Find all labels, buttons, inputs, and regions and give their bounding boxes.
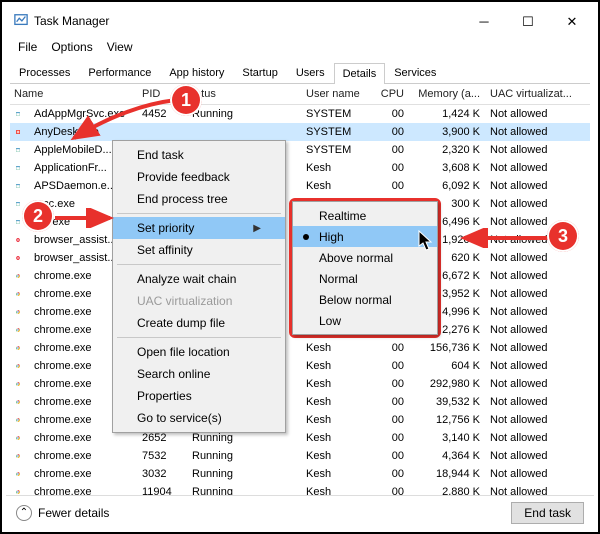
process-icon bbox=[12, 179, 26, 193]
col-user[interactable]: User name bbox=[302, 88, 374, 100]
table-row[interactable]: chrome.exe7532RunningKesh004,364 KNot al… bbox=[10, 447, 590, 465]
tab-processes[interactable]: Processes bbox=[10, 62, 79, 83]
column-headers: Name PID ...tus User name CPU Memory (a.… bbox=[10, 84, 590, 105]
process-icon bbox=[12, 395, 26, 409]
window-controls: ─ ☐ ✕ bbox=[462, 6, 594, 36]
table-row[interactable]: AppleMobileD...SYSTEM002,320 KNot allowe… bbox=[10, 141, 590, 159]
callout-3: 3 bbox=[547, 220, 579, 252]
tab-app-history[interactable]: App history bbox=[160, 62, 233, 83]
priority-high[interactable]: High bbox=[293, 226, 437, 247]
app-icon bbox=[14, 13, 28, 30]
table-row[interactable]: chrome.exeKesh0039,532 KNot allowed bbox=[10, 393, 590, 411]
fewer-details-label: Fewer details bbox=[38, 506, 109, 520]
window-title: Task Manager bbox=[34, 14, 109, 28]
chevron-up-icon: ⌃ bbox=[16, 505, 32, 521]
process-icon bbox=[12, 125, 26, 139]
menu-item-analyze-wait-chain[interactable]: Analyze wait chain bbox=[113, 268, 285, 290]
bullet-icon bbox=[303, 234, 309, 240]
tab-strip: ProcessesPerformanceApp historyStartupUs… bbox=[10, 62, 590, 84]
process-icon bbox=[12, 323, 26, 337]
menu-view[interactable]: View bbox=[101, 38, 139, 56]
menu-item-create-dump-file[interactable]: Create dump file bbox=[113, 312, 285, 334]
col-cpu[interactable]: CPU bbox=[374, 88, 410, 100]
fewer-details-button[interactable]: ⌃ Fewer details bbox=[16, 505, 109, 521]
table-row[interactable]: ApplicationFr...Kesh003,608 KNot allowed bbox=[10, 159, 590, 177]
tab-services[interactable]: Services bbox=[385, 62, 445, 83]
table-row[interactable]: chrome.exe11904RunningKesh002,880 KNot a… bbox=[10, 483, 590, 495]
table-row[interactable]: AdAppMgrSvc.exe4452RunningSYSTEM001,424 … bbox=[10, 105, 590, 123]
table-row[interactable]: chrome.exe3032RunningKesh0018,944 KNot a… bbox=[10, 465, 590, 483]
process-icon bbox=[12, 359, 26, 373]
table-row[interactable]: chrome.exeKesh00292,980 KNot allowed bbox=[10, 375, 590, 393]
process-icon bbox=[12, 377, 26, 391]
minimize-button[interactable]: ─ bbox=[462, 6, 506, 36]
menu-bar: FileOptionsView bbox=[6, 36, 594, 58]
menu-file[interactable]: File bbox=[12, 38, 43, 56]
priority-realtime[interactable]: Realtime bbox=[293, 205, 437, 226]
menu-item-set-affinity[interactable]: Set affinity bbox=[113, 239, 285, 261]
title-bar: Task Manager ─ ☐ ✕ bbox=[6, 6, 594, 36]
menu-options[interactable]: Options bbox=[45, 38, 98, 56]
process-icon bbox=[12, 233, 26, 247]
priority-normal[interactable]: Normal bbox=[293, 268, 437, 289]
process-icon bbox=[12, 413, 26, 427]
menu-item-uac-virtualization: UAC virtualization bbox=[113, 290, 285, 312]
table-row[interactable]: chrome.exe2652RunningKesh003,140 KNot al… bbox=[10, 429, 590, 447]
context-menu[interactable]: End taskProvide feedbackEnd process tree… bbox=[112, 140, 286, 433]
table-row[interactable]: chrome.exeKesh00604 KNot allowed bbox=[10, 357, 590, 375]
close-button[interactable]: ✕ bbox=[550, 6, 594, 36]
table-row[interactable]: chrome.exe2960RunningKesh0012,756 KNot a… bbox=[10, 411, 590, 429]
callout-1: 1 bbox=[170, 84, 202, 116]
process-icon bbox=[12, 107, 26, 121]
tab-startup[interactable]: Startup bbox=[233, 62, 286, 83]
table-row[interactable]: AnyDesk.exeSYSTEM003,900 KNot allowed bbox=[10, 123, 590, 141]
menu-item-search-online[interactable]: Search online bbox=[113, 363, 285, 385]
tab-details[interactable]: Details bbox=[334, 63, 386, 84]
priority-submenu[interactable]: RealtimeHighAbove normalNormalBelow norm… bbox=[292, 201, 438, 335]
menu-item-end-process-tree[interactable]: End process tree bbox=[113, 188, 285, 210]
menu-item-provide-feedback[interactable]: Provide feedback bbox=[113, 166, 285, 188]
process-icon bbox=[12, 269, 26, 283]
maximize-button[interactable]: ☐ bbox=[506, 6, 550, 36]
process-icon bbox=[12, 287, 26, 301]
priority-above-normal[interactable]: Above normal bbox=[293, 247, 437, 268]
process-icon bbox=[12, 449, 26, 463]
priority-below-normal[interactable]: Below normal bbox=[293, 289, 437, 310]
menu-item-end-task[interactable]: End task bbox=[113, 144, 285, 166]
col-mem[interactable]: Memory (a... bbox=[410, 88, 486, 100]
menu-item-set-priority[interactable]: Set priority▶ bbox=[113, 217, 285, 239]
tab-users[interactable]: Users bbox=[287, 62, 334, 83]
end-task-button[interactable]: End task bbox=[511, 502, 584, 524]
process-icon bbox=[12, 431, 26, 445]
process-icon bbox=[12, 161, 26, 175]
menu-item-go-to-service-s-[interactable]: Go to service(s) bbox=[113, 407, 285, 429]
process-icon bbox=[12, 341, 26, 355]
process-icon bbox=[12, 251, 26, 265]
callout-2: 2 bbox=[22, 200, 54, 232]
process-icon bbox=[12, 143, 26, 157]
tab-performance[interactable]: Performance bbox=[79, 62, 160, 83]
footer: ⌃ Fewer details End task bbox=[6, 495, 594, 530]
table-row[interactable]: APSDaemon.e...Kesh006,092 KNot allowed bbox=[10, 177, 590, 195]
col-name[interactable]: Name bbox=[10, 88, 138, 100]
chevron-right-icon: ▶ bbox=[253, 223, 261, 234]
col-uac[interactable]: UAC virtualizat... bbox=[486, 88, 590, 100]
menu-item-open-file-location[interactable]: Open file location bbox=[113, 341, 285, 363]
process-icon bbox=[12, 485, 26, 495]
priority-low[interactable]: Low bbox=[293, 310, 437, 331]
process-icon bbox=[12, 305, 26, 319]
table-row[interactable]: chrome.exeKesh00156,736 KNot allowed bbox=[10, 339, 590, 357]
process-icon bbox=[12, 467, 26, 481]
menu-item-properties[interactable]: Properties bbox=[113, 385, 285, 407]
